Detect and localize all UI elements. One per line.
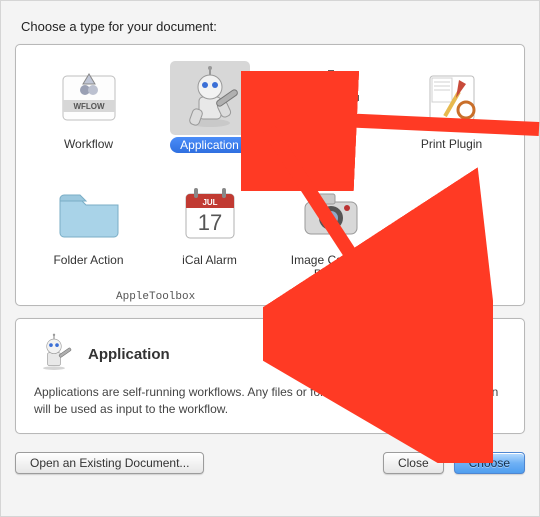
template-chooser-sheet: Choose a type for your document: WFLOW W… <box>0 0 540 517</box>
type-item-image-capture-plugin[interactable]: Image Capture Plugin <box>276 175 386 283</box>
svg-text:WFLOW: WFLOW <box>73 102 105 111</box>
wflow-icon: WFLOW <box>49 61 129 135</box>
types-grid: WFLOW Workflow <box>30 59 510 287</box>
type-label: Folder Action <box>53 253 123 267</box>
type-item-service[interactable]: Service <box>276 59 386 167</box>
robot-icon <box>170 61 250 135</box>
print-icon <box>412 61 492 135</box>
type-label: Print Plugin <box>421 137 482 151</box>
type-label: Workflow <box>64 137 113 151</box>
types-panel: WFLOW Workflow <box>15 44 525 306</box>
type-item-ical-alarm[interactable]: JUL 17 iCal Alarm <box>155 175 265 283</box>
robot-icon <box>34 333 74 376</box>
type-item-workflow[interactable]: WFLOW Workflow <box>34 59 144 167</box>
svg-text:17: 17 <box>197 210 221 235</box>
description-body: Applications are self-running workflows.… <box>34 384 506 418</box>
open-existing-button[interactable]: Open an Existing Document... <box>15 452 204 474</box>
folder-icon <box>49 177 129 251</box>
description-title: Application <box>88 346 170 363</box>
type-label: Application <box>170 137 249 153</box>
watermark-text: AppleToolbox <box>116 291 195 303</box>
type-label: Image Capture Plugin <box>281 253 381 281</box>
gear-icon <box>291 61 371 135</box>
svg-text:JUL: JUL <box>202 198 217 207</box>
close-button[interactable]: Close <box>383 452 444 474</box>
description-panel: Application Applications are self-runnin… <box>15 318 525 434</box>
type-label: Service <box>310 137 350 151</box>
type-item-folder-action[interactable]: Folder Action <box>34 175 144 283</box>
type-item-application[interactable]: Application <box>155 59 265 167</box>
type-label: iCal Alarm <box>182 253 237 267</box>
type-item-print-plugin[interactable]: Print Plugin <box>397 59 507 167</box>
camera-icon <box>291 177 371 251</box>
calendar-icon: JUL 17 <box>170 177 250 251</box>
button-row: Open an Existing Document... Close Choos… <box>15 452 525 474</box>
prompt-label: Choose a type for your document: <box>21 19 525 34</box>
choose-button[interactable]: Choose <box>454 452 525 474</box>
